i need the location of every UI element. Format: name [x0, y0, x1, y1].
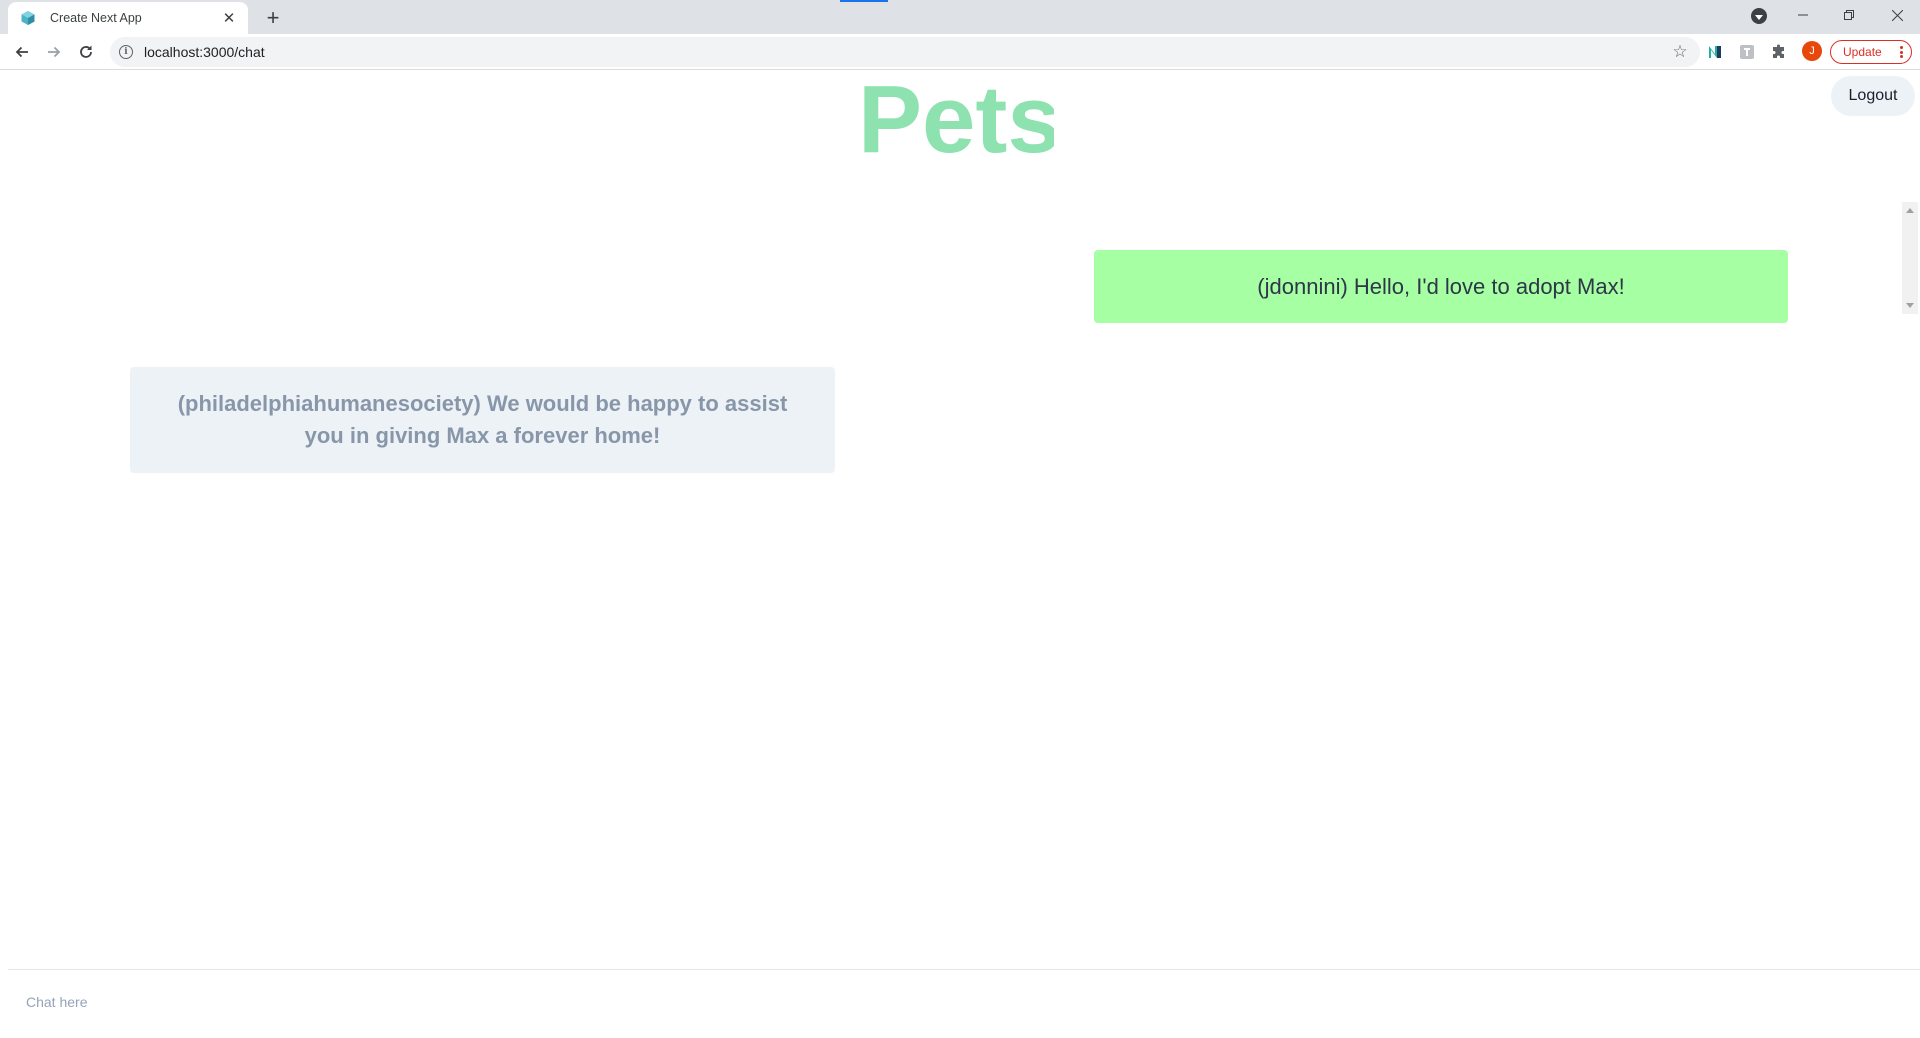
- extension-gray-icon[interactable]: [1738, 43, 1756, 61]
- tab-strip: Create Next App ✕ +: [0, 0, 1920, 34]
- restore-icon[interactable]: [1826, 0, 1872, 30]
- browser-toolbar: i localhost:3000/chat ☆: [0, 34, 1920, 70]
- tab-search-icon[interactable]: [1751, 8, 1767, 24]
- petsi-logo: Petsi: [858, 74, 1054, 156]
- messages-scrollbar[interactable]: [1902, 202, 1918, 314]
- update-button[interactable]: Update: [1830, 40, 1912, 64]
- cube-icon: [20, 10, 36, 26]
- reload-icon[interactable]: [72, 38, 100, 66]
- address-bar[interactable]: i localhost:3000/chat ☆: [110, 37, 1700, 67]
- chat-input[interactable]: [8, 982, 1908, 1022]
- extension-n-icon[interactable]: [1706, 43, 1724, 61]
- logout-button[interactable]: Logout: [1831, 76, 1915, 116]
- update-label: Update: [1843, 45, 1882, 59]
- outgoing-message: (jdonnini) Hello, I'd love to adopt Max!: [1094, 250, 1788, 323]
- tab-title: Create Next App: [50, 11, 142, 25]
- scroll-up-icon[interactable]: [1906, 208, 1914, 213]
- window-close-icon[interactable]: [1874, 0, 1920, 30]
- minimize-icon[interactable]: [1780, 0, 1826, 30]
- message-text: (jdonnini) Hello, I'd love to adopt Max!: [1257, 273, 1625, 299]
- back-icon[interactable]: [8, 38, 36, 66]
- close-icon[interactable]: ✕: [220, 9, 238, 27]
- tab-strip-indicator: [840, 0, 888, 2]
- incoming-message: (philadelphiahumanesociety) We would be …: [130, 367, 835, 473]
- new-tab-button[interactable]: +: [260, 5, 286, 31]
- browser-tab[interactable]: Create Next App ✕: [8, 2, 248, 34]
- bookmark-star-icon[interactable]: ☆: [1670, 42, 1690, 62]
- composer-divider: [8, 969, 1920, 970]
- profile-avatar[interactable]: J: [1802, 41, 1822, 61]
- info-icon[interactable]: i: [119, 45, 133, 59]
- url-text[interactable]: localhost:3000/chat: [144, 44, 1670, 60]
- logo-text: Petsi: [858, 74, 1054, 156]
- scroll-down-icon[interactable]: [1906, 303, 1914, 308]
- extensions-puzzle-icon[interactable]: [1770, 43, 1788, 61]
- more-menu-icon[interactable]: [1900, 46, 1903, 58]
- forward-icon[interactable]: [40, 38, 68, 66]
- message-text: (philadelphiahumanesociety) We would be …: [177, 391, 788, 448]
